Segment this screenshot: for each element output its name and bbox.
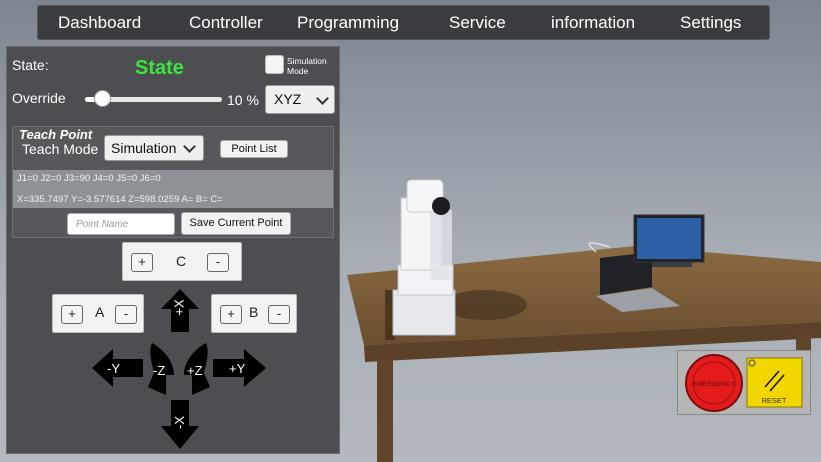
override-slider-handle[interactable] [94, 90, 112, 107]
robot-control-panel: State: State Simulation Mode Override 10… [6, 46, 340, 454]
a-axis-jog-control: + A - [52, 294, 144, 333]
teach-point-title: Teach Point [19, 127, 93, 142]
safety-panel: EMERGENCY RESET [677, 350, 811, 415]
c-axis-jog-control: + C - [122, 242, 242, 281]
simulation-mode-checkbox[interactable] [265, 55, 284, 74]
c-minus-button[interactable]: - [207, 253, 229, 272]
teach-mode-select[interactable]: Simulation [104, 135, 204, 161]
jog-z-plus-label: +Z [187, 363, 203, 378]
table-leg [796, 330, 811, 350]
chevron-down-icon [183, 140, 196, 153]
reset-label: RESET [761, 396, 786, 405]
override-value: 10 % [227, 92, 259, 108]
b-axis-jog-control: + B - [211, 294, 297, 333]
jog-y-minus-label: -Y [107, 361, 120, 376]
frame-select-value: XYZ [274, 91, 302, 107]
point-name-input[interactable] [67, 213, 175, 235]
simulation-mode-label-line1: Simulation [287, 56, 327, 66]
joint-values: J1=0 J2=0 J3=90 J4=0 J5=0 J6=0 [17, 173, 161, 184]
robot-position-readout: J1=0 J2=0 J3=90 J4=0 J5=0 J6=0 X=335.749… [13, 170, 333, 208]
teach-point-section: Teach Point Teach Mode Simulation Point … [12, 126, 334, 238]
teach-mode-label: Teach Mode [22, 141, 99, 157]
state-value: State [135, 57, 184, 79]
b-plus-button[interactable]: + [220, 305, 242, 324]
monitor-model [633, 214, 705, 267]
emergency-stop-label: EMERGENCY [693, 381, 736, 388]
safety-panel-graphic: EMERGENCY RESET [685, 354, 803, 412]
b-axis-label: B [249, 304, 259, 320]
table-leg [377, 360, 393, 462]
robot-shadow [443, 290, 527, 320]
chevron-down-icon [316, 92, 329, 105]
cartesian-pose: X=335.7497 Y=-3.577614 Z=598.0259 A= B= … [17, 194, 223, 205]
frame-select[interactable]: XYZ [265, 85, 335, 114]
jog-x-minus-label: -X [172, 416, 187, 429]
override-label: Override [12, 90, 66, 106]
c-plus-button[interactable]: + [131, 253, 153, 272]
jog-y-plus-label: +Y [229, 361, 246, 376]
save-current-point-button[interactable]: Save Current Point [181, 212, 291, 235]
simulation-mode-label-line2: Mode [287, 66, 309, 76]
jog-z-minus-label: -Z [153, 363, 166, 378]
b-minus-button[interactable]: - [268, 305, 290, 324]
c-axis-label: C [176, 253, 187, 269]
a-plus-button[interactable]: + [61, 305, 83, 324]
a-minus-button[interactable]: - [115, 305, 137, 324]
jog-x-plus-label: +X [171, 299, 187, 316]
robot-arm-model [392, 179, 456, 336]
simulation-mode-label: Simulation Mode [287, 56, 327, 76]
point-list-button[interactable]: Point List [220, 140, 288, 158]
teach-mode-select-value: Simulation [111, 140, 177, 156]
state-label: State: [12, 57, 49, 73]
a-axis-label: A [95, 304, 105, 320]
